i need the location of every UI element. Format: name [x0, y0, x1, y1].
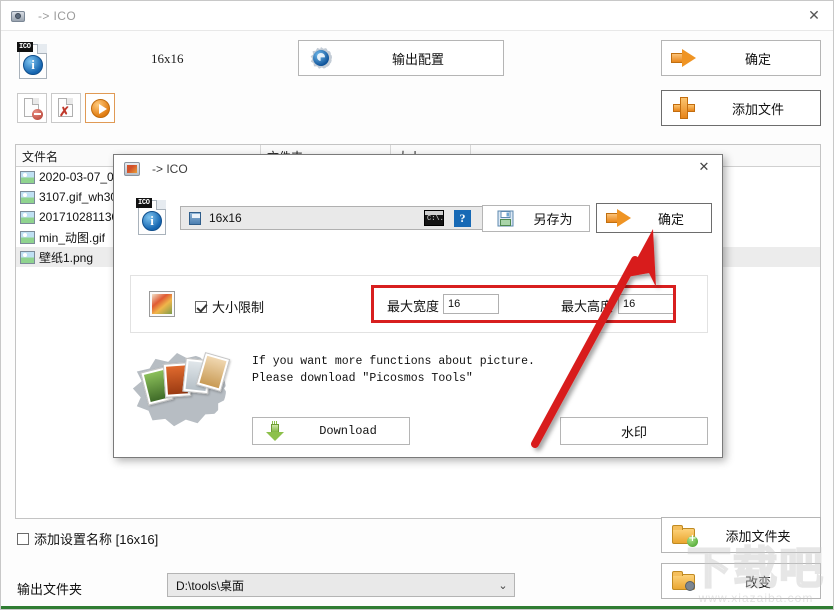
floppy-disk-icon [483, 210, 527, 227]
dialog-confirm-button[interactable]: 确定 [596, 203, 712, 233]
bottom-accent-strip [1, 606, 833, 609]
app-icon [124, 162, 140, 176]
add-file-label: 添加文件 [731, 101, 784, 117]
change-label: 改变 [744, 574, 771, 590]
dialog-title: -> ICO [152, 162, 188, 176]
add-folder-label: 添加文件夹 [725, 528, 791, 544]
size-limit-group: 大小限制 最大宽度 16 最大高度 16 [130, 275, 708, 333]
plus-icon [662, 97, 706, 119]
save-as-button[interactable]: 另存为 [482, 205, 590, 232]
output-folder-label: 输出文件夹 [17, 582, 83, 597]
arrow-right-icon [662, 49, 706, 67]
arrow-right-icon [597, 209, 641, 227]
size-limit-checkbox[interactable] [195, 300, 207, 313]
remove-file-button[interactable] [17, 93, 47, 123]
clear-list-button[interactable]: ✗ [51, 93, 81, 123]
image-file-icon [20, 230, 35, 244]
current-size-label: 16x16 [151, 51, 184, 66]
file-name: 壁纸1.png [39, 250, 94, 265]
add-setting-name-row[interactable]: 添加设置名称 [16x16] [17, 529, 158, 548]
picosmos-tools-icon [126, 347, 242, 429]
output-folder-select[interactable]: D:\tools\桌面 ⌄ [167, 573, 515, 597]
save-as-label: 另存为 [533, 212, 573, 227]
ico-export-dialog: -> ICO ✕ ICO 16x16 ⌄ C:\. ? [113, 154, 723, 458]
main-titlebar: -> ICO ✕ [1, 1, 833, 31]
preset-icon [189, 211, 201, 225]
play-icon [91, 99, 110, 118]
change-folder-button[interactable]: 改变 [661, 563, 821, 599]
image-file-icon [20, 190, 35, 204]
add-file-button[interactable]: 添加文件 [661, 90, 821, 126]
download-arrow-icon [253, 421, 297, 441]
image-file-icon [20, 250, 35, 264]
cmd-icon[interactable]: C:\. [424, 210, 444, 226]
size-limit-label: 大小限制 [212, 300, 265, 315]
chevron-down-icon: ⌄ [498, 578, 508, 592]
cmd-icon-text: C:\. [427, 215, 444, 223]
size-limit-row[interactable]: 大小限制 [195, 297, 264, 316]
file-name: min_动图.gif [39, 230, 106, 245]
gear-icon [299, 47, 343, 69]
file-name: 3107.gif_wh30 [39, 190, 118, 204]
close-icon[interactable]: ✕ [801, 7, 827, 25]
max-height-label: 最大高度 [561, 299, 614, 314]
image-file-icon [20, 170, 35, 184]
promo-line-1: If you want more functions about picture… [252, 355, 535, 368]
minus-badge-icon [32, 109, 43, 120]
add-folder-button[interactable]: 添加文件夹 [661, 517, 821, 553]
ico-file-icon: ICO [17, 41, 51, 81]
watermark-button[interactable]: 水印 [560, 417, 708, 445]
close-icon[interactable]: ✕ [692, 159, 716, 177]
download-button[interactable]: Download [252, 417, 410, 445]
start-button[interactable] [85, 93, 115, 123]
confirm-label: 确定 [744, 51, 771, 67]
preset-select[interactable]: 16x16 ⌄ [180, 206, 500, 230]
main-window-title: -> ICO [38, 8, 77, 23]
camera-icon [10, 8, 26, 24]
output-config-button[interactable]: 输出配置 [298, 40, 504, 76]
folder-settings-icon [662, 571, 706, 591]
download-label: Download [319, 424, 377, 438]
ico-file-icon: ICO [136, 197, 170, 239]
output-config-label: 输出配置 [391, 51, 444, 67]
application-window: -> ICO ✕ ICO 16x16 输出配置 确定 添加文件 ✗ [0, 0, 834, 610]
output-folder-value: D:\tools\桌面 [176, 578, 245, 593]
max-width-input[interactable]: 16 [443, 294, 499, 314]
file-name: 2020-03-07_0 [39, 170, 114, 184]
file-name: 201710281130 [39, 210, 119, 224]
dialog-confirm-label: 确定 [657, 211, 684, 227]
dialog-titlebar: -> ICO ✕ [114, 155, 722, 183]
add-setting-name-checkbox[interactable] [17, 532, 29, 545]
promo-line-2: Please download "Picosmos Tools" [252, 372, 473, 385]
x-badge-icon: ✗ [59, 104, 70, 119]
add-setting-name-label: 添加设置名称 [16x16] [34, 532, 159, 547]
confirm-button[interactable]: 确定 [661, 40, 821, 76]
image-thumbnail-icon [149, 291, 175, 317]
max-height-input[interactable]: 16 [618, 294, 674, 314]
help-icon[interactable]: ? [454, 210, 471, 227]
folder-add-icon [662, 525, 706, 547]
image-file-icon [20, 210, 35, 224]
watermark-label: 水印 [620, 424, 647, 440]
max-width-label: 最大宽度 [387, 299, 440, 314]
